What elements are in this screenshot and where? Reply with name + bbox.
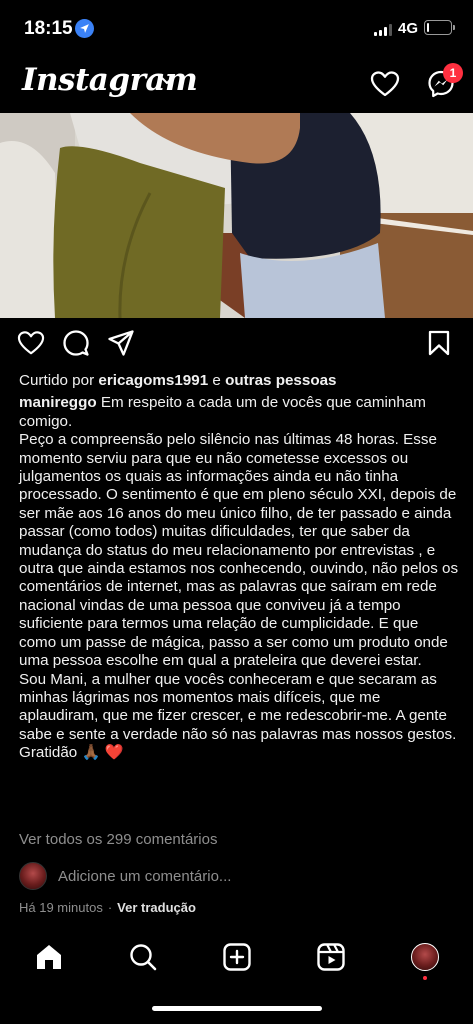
post-action-bar [0,330,473,362]
likes-prefix: Curtido por [19,372,95,389]
meta-separator: · [107,900,113,915]
bookmark-icon[interactable] [428,330,450,356]
profile-avatar[interactable] [411,943,439,971]
location-arrow-icon [75,19,94,38]
new-post-icon[interactable] [222,942,252,972]
post-caption-area: Curtido por ericagoms1991 e outras pesso… [19,372,459,763]
caption-paragraph: Sou Mani, a mulher que vocês conheceram … [19,670,457,743]
share-icon[interactable] [108,330,134,356]
likes-conjunction: e [212,372,221,389]
user-avatar [19,862,47,890]
status-time: 18:15 [24,18,73,39]
cellular-signal-icon [374,24,392,36]
post-timestamp: Há 19 minutos [19,900,103,915]
battery-icon [424,20,455,35]
network-type: 4G [398,20,419,37]
search-icon[interactable] [128,942,158,972]
translate-link[interactable]: Ver tradução [117,900,196,915]
heart-icon[interactable] [370,70,400,98]
post-caption: manireggo Em respeito a cada um de vocês… [19,394,459,762]
profile-notification-dot [423,976,427,980]
reels-icon[interactable] [316,942,346,972]
like-icon[interactable] [17,330,45,356]
battery-level [427,23,429,32]
home-indicator [152,1006,322,1011]
chevron-down-icon[interactable] [160,76,174,86]
notification-badge: 1 [443,63,463,83]
caption-paragraph: Peço a compreensão pelo silêncio nas últ… [19,431,459,670]
caption-paragraph: Gratidão 🙏🏾 ❤️ [19,744,124,762]
app-header: Instagram [0,58,473,110]
view-all-comments-link[interactable]: Ver todos os 299 comentários [19,831,217,848]
liker-username[interactable]: ericagoms1991 [98,372,208,389]
post-photo-illustration [0,113,473,318]
add-comment-row[interactable]: Adicione um comentário... [19,861,459,891]
status-bar: 18:15 4G [0,0,473,56]
likes-others[interactable]: outras pessoas [225,372,336,389]
post-photo[interactable] [0,113,473,318]
post-meta: Há 19 minutos · Ver tradução [19,900,196,915]
likes-summary[interactable]: Curtido por ericagoms1991 e outras pesso… [19,372,459,390]
add-comment-input[interactable]: Adicione um comentário... [58,868,231,885]
home-icon[interactable] [34,942,64,972]
caption-username[interactable]: manireggo [19,394,97,411]
comment-icon[interactable] [63,330,89,356]
